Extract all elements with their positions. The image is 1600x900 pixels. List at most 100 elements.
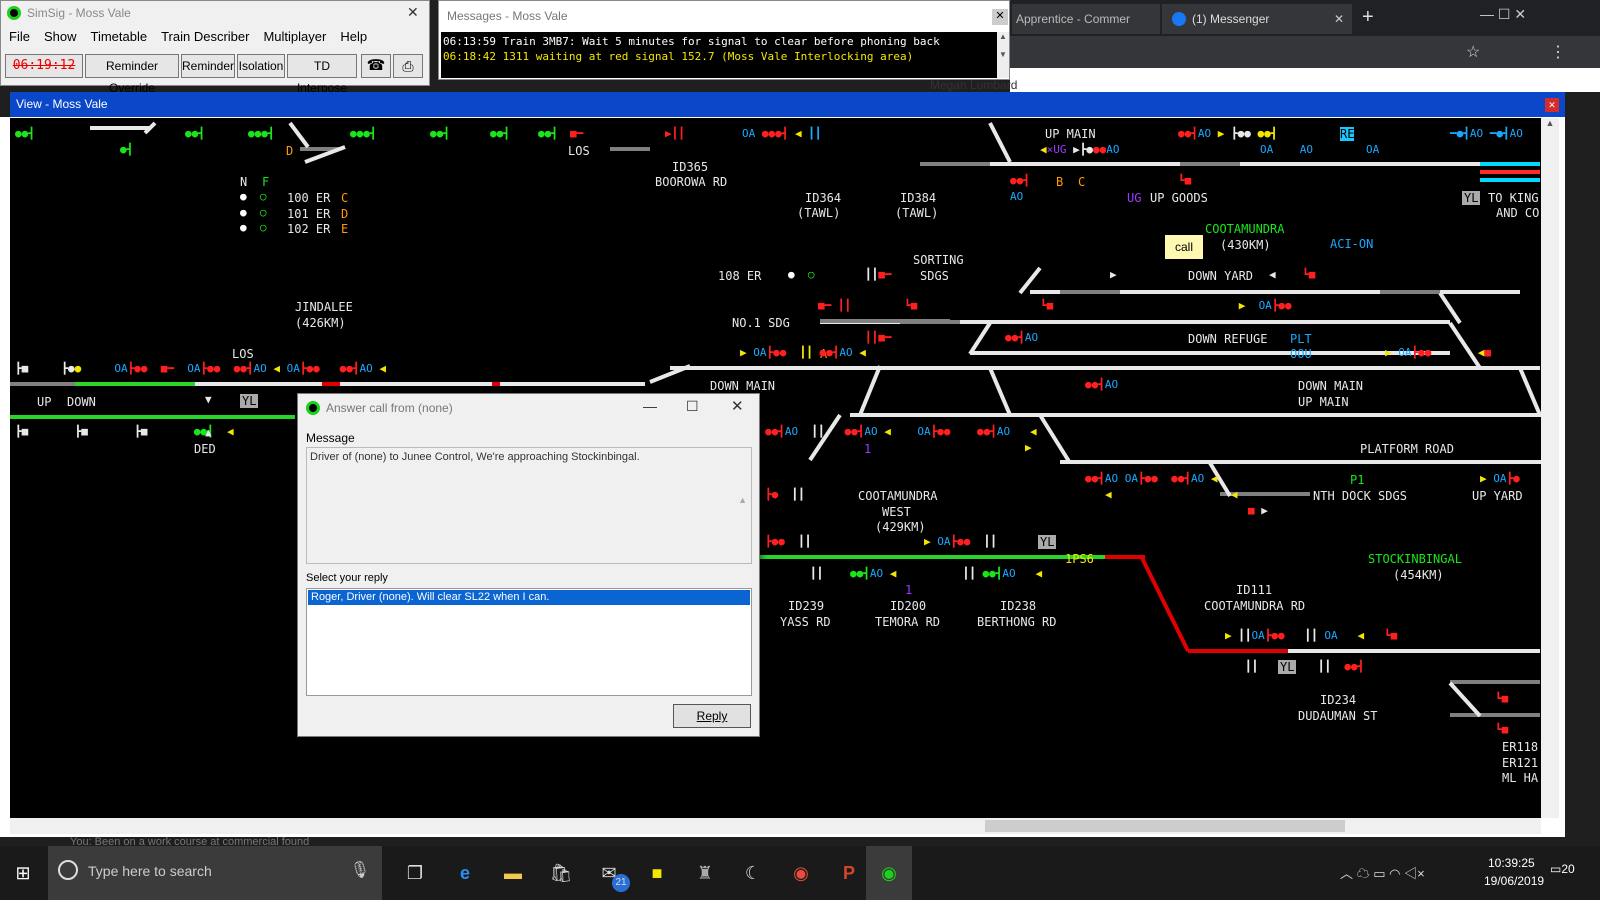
menu-help[interactable]: Help xyxy=(340,29,367,44)
star-icon[interactable]: ☆ xyxy=(1466,42,1480,62)
store-icon[interactable]: 🛍 xyxy=(538,846,584,900)
window-controls[interactable]: — ☐ ✕ xyxy=(1480,6,1526,23)
signal[interactable]: ■ ▶ xyxy=(1248,505,1268,517)
scroll-thumb[interactable] xyxy=(985,820,1345,832)
search-box[interactable]: Type here to search 🎙 xyxy=(48,846,382,900)
signal[interactable]: ●●┫ xyxy=(185,128,205,140)
signal[interactable]: ●┫ xyxy=(120,144,133,156)
close-icon[interactable]: ✕ xyxy=(992,9,1008,25)
signal[interactable]: ▶ ┃┃OA┣●● ┃┃ OA ◀ ┗■ xyxy=(1225,630,1397,642)
signal[interactable]: ●●┫ xyxy=(1010,175,1030,187)
signal[interactable]: ┗■ ▶ OA┣●● xyxy=(1040,300,1292,312)
signal[interactable]: ■━ xyxy=(570,128,583,140)
app-icon[interactable]: ♜ xyxy=(682,846,728,900)
signal[interactable]: ┗■ xyxy=(1495,724,1508,736)
clock[interactable]: 06:19:12 xyxy=(5,54,83,78)
signal[interactable]: OA AO OA xyxy=(1260,144,1379,156)
reply-button[interactable]: Reply xyxy=(673,704,751,728)
signal[interactable]: ▶ OA┣● xyxy=(1480,473,1520,485)
signal[interactable]: ●●┫AO ▶ ┣●● ●●┫ xyxy=(1178,128,1277,140)
microphone-icon[interactable]: 🎙 xyxy=(350,860,370,880)
yl-marker[interactable]: YL xyxy=(240,394,259,408)
signal[interactable]: ●●┫AO xyxy=(1005,332,1038,344)
berth-id[interactable]: ID238 xyxy=(1000,599,1036,613)
maximize-icon[interactable]: ☐ xyxy=(686,398,699,415)
close-icon[interactable]: ✕ xyxy=(1545,98,1559,112)
signal[interactable]: ●●┫AO ◀ ┃┃ ●●┫AO ◀ xyxy=(850,568,1042,580)
vertical-scrollbar[interactable]: ▲ xyxy=(1541,118,1559,818)
menu-show[interactable]: Show xyxy=(44,29,77,44)
berth-re[interactable]: RE xyxy=(1340,127,1355,141)
signal[interactable]: ┃┃■━ xyxy=(865,269,892,281)
close-icon[interactable]: ✕ xyxy=(407,4,419,21)
signal[interactable]: ┣●● ┃┃ ▶ OA┣●● ┃┃ xyxy=(765,536,997,548)
berth-id[interactable]: ID364 xyxy=(805,191,841,205)
edge-icon[interactable]: e xyxy=(442,846,488,900)
signal[interactable]: ● ○ xyxy=(240,191,267,203)
berth-id[interactable]: ID365 xyxy=(672,160,708,174)
yl-marker[interactable]: YL xyxy=(1462,191,1481,205)
browser-tab-active[interactable]: (1) Messenger ✕ xyxy=(1162,4,1352,34)
signal[interactable]: ━●┫AO ━●┫AO xyxy=(1450,128,1523,140)
aci-status[interactable]: ACI-ON xyxy=(1330,237,1373,251)
signal[interactable]: ┣■ ┣■ ┣■ ●●┫ ◀ xyxy=(15,426,234,438)
notifications-icon[interactable]: ▭20 xyxy=(1550,862,1575,876)
signal[interactable]: ●●┫AO ┃┃ ●●┫AO ◀ OA┣●● ●●┫AO ◀ xyxy=(765,426,1037,438)
signal[interactable]: OA ●●●┫ ◀ ┃┃ xyxy=(742,128,822,140)
message-line[interactable]: 06:13:59 Train 3MB7: Wait 5 minutes for … xyxy=(443,34,995,49)
menu-train-describer[interactable]: Train Describer xyxy=(161,29,249,44)
file-explorer-icon[interactable]: ▬ xyxy=(490,846,536,900)
call-button[interactable]: call xyxy=(1165,235,1203,259)
signal[interactable]: ┣■ ┣●● OA┣●● ■━ OA┣●● ●●┫AO ◀ OA┣●● ●●┫A… xyxy=(15,363,386,375)
signal[interactable]: ●●┫ xyxy=(430,128,450,140)
berth-id[interactable]: ID234 xyxy=(1320,693,1356,707)
chrome-icon[interactable]: ◉ xyxy=(778,846,824,900)
signal[interactable]: ● ○ xyxy=(788,269,815,281)
signal[interactable]: ▶ OA┣●● ┃┃ ●●┫AO ◀ xyxy=(740,347,866,359)
berth-1ps6[interactable]: 1PS6 xyxy=(1065,552,1094,566)
signal[interactable]: ■━ ┃┃ ┗■ xyxy=(818,300,917,312)
close-icon[interactable]: ✕ xyxy=(731,397,744,415)
simsig-taskbar-icon[interactable]: ◉ xyxy=(866,846,912,900)
signal[interactable]: ▲ xyxy=(205,427,212,439)
signal[interactable]: ▶ xyxy=(1025,442,1032,454)
berth-id[interactable]: ID384 xyxy=(900,191,936,205)
phone-icon[interactable]: ☎ xyxy=(361,54,391,78)
signal[interactable]: AO xyxy=(1010,191,1023,203)
yl-marker[interactable]: YL xyxy=(1038,535,1057,549)
message-box[interactable]: Driver of (none) to Junee Control, We're… xyxy=(306,447,752,605)
berth-id[interactable]: ID111 xyxy=(1236,583,1272,597)
sticky-notes-icon[interactable]: ■ xyxy=(634,846,680,900)
signal[interactable]: ┗■ xyxy=(1178,175,1191,187)
scrollbar[interactable]: ▲ ▼ xyxy=(997,32,1009,78)
menu-file[interactable]: File xyxy=(9,29,30,44)
reminder-button[interactable]: Reminder xyxy=(181,54,235,78)
close-icon[interactable]: ✕ xyxy=(1334,4,1344,34)
signal[interactable]: ▶┃┃ xyxy=(665,128,685,140)
signal[interactable]: ●●┫AO xyxy=(1085,379,1118,391)
signal[interactable]: ● ○ xyxy=(240,207,267,219)
signal[interactable]: ┣● ┃┃ xyxy=(765,489,805,501)
signal[interactable]: ┗■ xyxy=(1495,693,1508,705)
horizontal-scrollbar[interactable] xyxy=(10,818,1541,834)
signal[interactable]: ▼ xyxy=(205,394,212,406)
moon-icon[interactable]: ☾ xyxy=(730,846,776,900)
browser-tab[interactable]: Apprentice - Commer xyxy=(1012,4,1160,34)
printer-icon[interactable]: ⎙ xyxy=(393,54,423,78)
td-interpose-button[interactable]: TD Interpose xyxy=(287,54,357,95)
mail-icon[interactable]: ✉ 21 xyxy=(586,846,632,900)
new-tab-button[interactable]: + xyxy=(1362,4,1374,30)
signal[interactable]: ●●┫ xyxy=(15,128,35,140)
signal[interactable]: ▶ OA┣●● ◀■ xyxy=(1385,347,1491,359)
clock-time[interactable]: 10:39:25 xyxy=(1488,856,1535,870)
windows-start-icon[interactable]: ⊞ xyxy=(0,846,46,900)
clock-date[interactable]: 19/06/2019 xyxy=(1484,874,1544,888)
isolation-button[interactable]: Isolation xyxy=(237,54,285,78)
signal[interactable]: ┃┃■━ xyxy=(865,332,892,344)
message-line[interactable]: 06:18:42 1311 waiting at red signal 152.… xyxy=(443,49,995,64)
signal[interactable]: ┃┃ xyxy=(810,568,823,580)
signal[interactable]: ●●●┫ xyxy=(248,128,275,140)
berth-id[interactable]: ID200 xyxy=(890,599,926,613)
minimize-icon[interactable]: — xyxy=(643,398,657,414)
task-view-icon[interactable]: ❐ xyxy=(392,846,438,900)
